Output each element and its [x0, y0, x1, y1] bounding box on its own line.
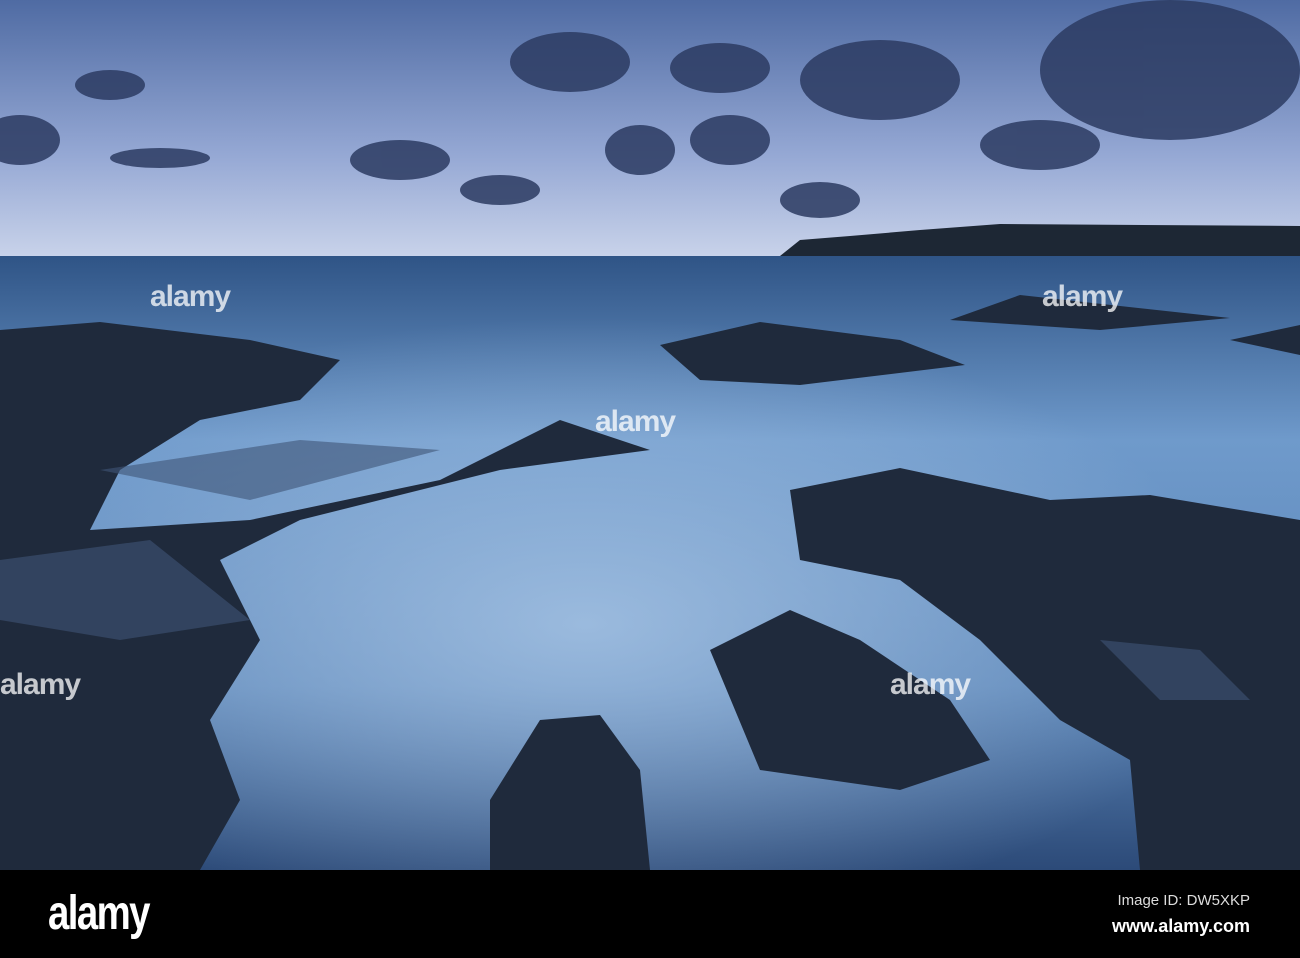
stock-photo: alamy alamy alamy alamy alamy alamy Imag…	[0, 0, 1300, 958]
alamy-logo: alamy	[48, 887, 150, 940]
watermark: alamy	[890, 668, 971, 701]
watermark: alamy	[0, 668, 81, 701]
site-url: www.alamy.com	[1111, 916, 1250, 936]
watermark: alamy	[1042, 280, 1123, 313]
watermark: alamy	[150, 280, 231, 313]
image-id: Image ID: DW5XKP	[1117, 892, 1250, 909]
footer-bar: alamy Image ID: DW5XKP www.alamy.com	[0, 870, 1300, 958]
watermark: alamy	[595, 405, 676, 438]
